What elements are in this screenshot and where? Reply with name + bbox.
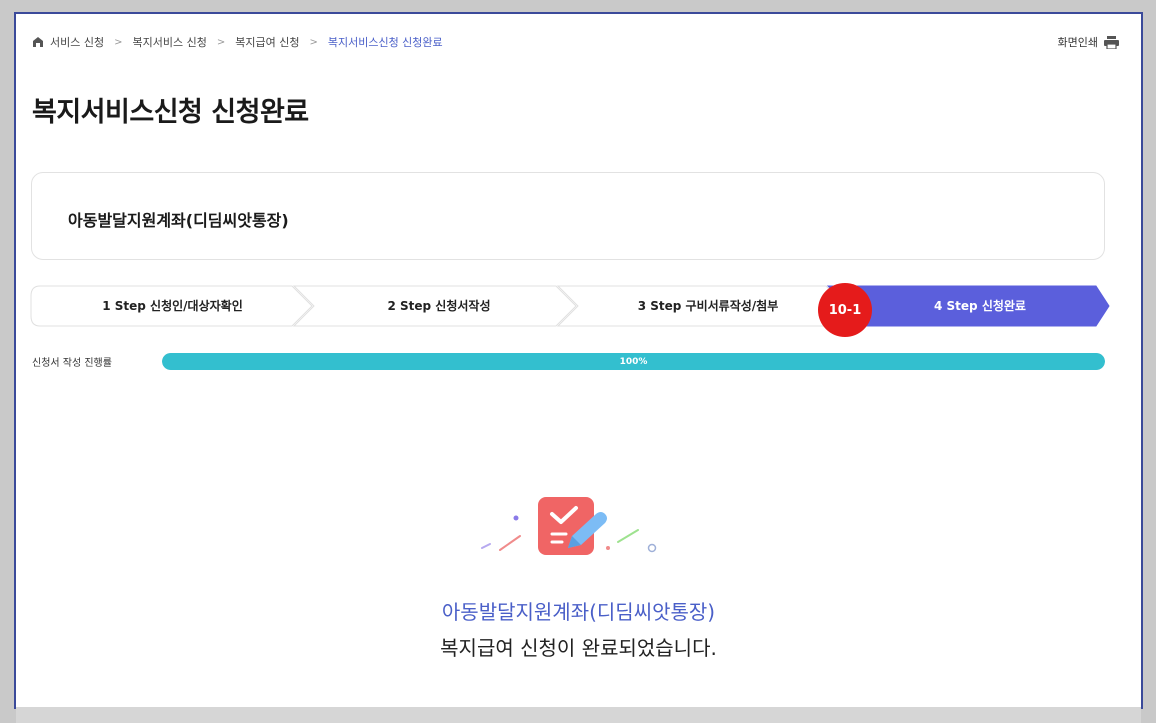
step-indicator: 1 Step 신청인/대상자확인 2 Step 신청서작성 3 Step 구비서…: [30, 283, 1110, 337]
breadcrumb-item-welfare-service[interactable]: 복지서비스 신청: [133, 34, 207, 50]
completion-illustration: [481, 497, 657, 555]
page-title: 복지서비스신청 신청완료: [32, 97, 309, 128]
breadcrumb-item-service[interactable]: 서비스 신청: [50, 34, 104, 50]
completion-message: 복지급여 신청이 완료되었습니다.: [440, 636, 717, 660]
bottom-bar: [16, 707, 1141, 723]
chevron-right-icon: >: [216, 36, 226, 48]
content-frame: 서비스 신청 > 복지서비스 신청 > 복지급여 신청 > 복지서비스신청 신청…: [14, 12, 1143, 709]
print-label: 화면인쇄: [1057, 36, 1098, 49]
progress-value: 100%: [619, 356, 648, 367]
progress-bar: 100%: [162, 353, 1105, 370]
breadcrumb: 서비스 신청 > 복지서비스 신청 > 복지급여 신청 > 복지서비스신청 신청…: [32, 32, 443, 52]
step-badge: 10-1: [818, 283, 872, 337]
service-info-box: 아동발달지원계좌(디딤씨앗통장): [31, 172, 1105, 260]
service-name: 아동발달지원계좌(디딤씨앗통장): [68, 211, 289, 230]
breadcrumb-item-welfare-benefit[interactable]: 복지급여 신청: [235, 34, 299, 50]
breadcrumb-item-current: 복지서비스신청 신청완료: [327, 36, 443, 49]
home-icon[interactable]: [32, 36, 44, 48]
progress-label: 신청서 작성 진행률: [32, 358, 112, 369]
chevron-right-icon: >: [309, 36, 318, 48]
printer-icon: [1104, 35, 1119, 49]
chevron-right-icon: >: [114, 36, 123, 48]
step-2-label: 2 Step 신청서작성: [387, 299, 491, 313]
print-button[interactable]: 화면인쇄: [1058, 32, 1119, 52]
step-3-label: 3 Step 구비서류작성/첨부: [637, 299, 779, 313]
step-4-label: 4 Step 신청완료: [934, 299, 1026, 313]
step-1-label: 1 Step 신청인/대상자확인: [102, 299, 243, 313]
completion-service-name: 아동발달지원계좌(디딤씨앗통장): [441, 600, 716, 624]
